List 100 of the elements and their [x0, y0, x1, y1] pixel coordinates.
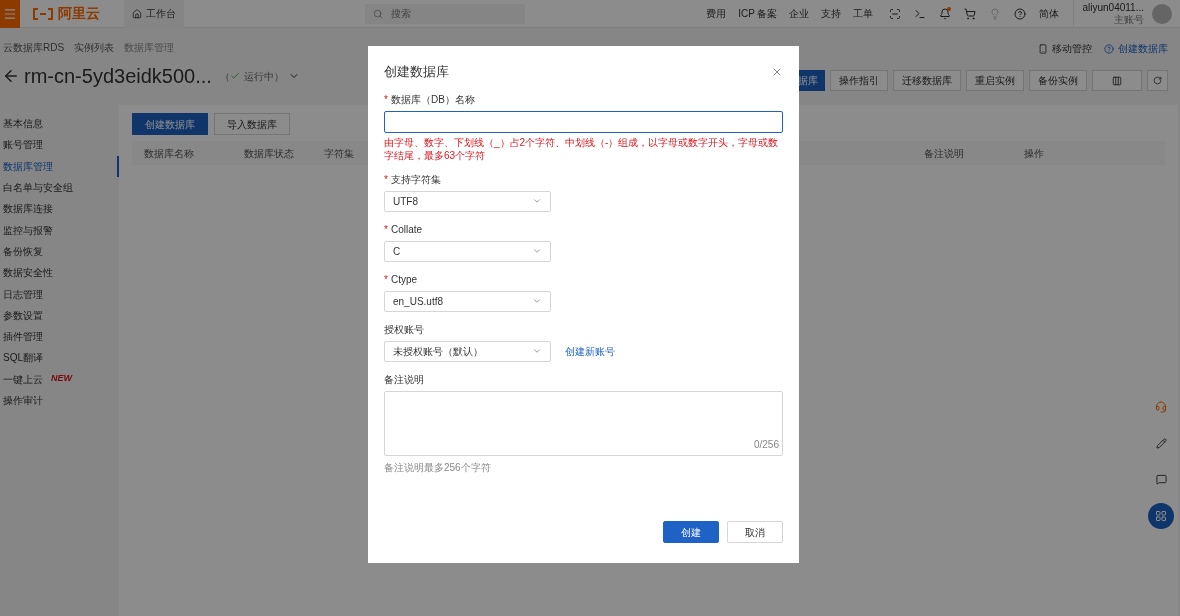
action-button[interactable]: 重启实例 [966, 70, 1024, 91]
column-header: 备注说明 [924, 147, 964, 159]
sidebar-item[interactable]: 插件管理 [0, 325, 119, 348]
required-mark: * [384, 222, 388, 237]
create-account-link[interactable]: 创建新账号 [565, 343, 615, 359]
terminal-icon[interactable] [914, 7, 927, 20]
field-label: Ctype [390, 272, 418, 287]
help-icon[interactable] [1014, 7, 1027, 20]
select-field[interactable]: en_US.utf8 [384, 290, 551, 312]
sidebar-label: 一键上云 [3, 372, 43, 387]
nav-link[interactable]: 费用 [706, 6, 727, 21]
sidebar-label: 监控与报警 [3, 223, 53, 238]
scan-icon[interactable] [889, 7, 902, 20]
new-label: NEW [51, 372, 72, 386]
sidebar-item[interactable]: 基本信息 [0, 113, 119, 135]
tab-button[interactable]: 导入数据库 [214, 113, 290, 135]
sidebar-item[interactable]: 日志管理 [0, 283, 119, 305]
nav-link[interactable]: ICP 备案 [738, 6, 778, 21]
check-icon [229, 71, 240, 81]
paren-text: （ [219, 69, 230, 84]
sidebar-item[interactable]: SQL翻译 [0, 347, 119, 369]
sidebar-item[interactable]: 参数设置 [0, 304, 119, 326]
instance-title: rm-cn-5yd3eidk500... [24, 64, 212, 89]
search-icon [373, 8, 384, 19]
action-button[interactable]: 操作指引 [830, 70, 888, 91]
sidebar-label: 参数设置 [3, 308, 43, 323]
tab-button[interactable]: 创建数据库 [132, 113, 208, 135]
logo-icon [32, 7, 54, 20]
field-label: 支持字符集 [390, 172, 441, 187]
notification-icon[interactable] [939, 7, 952, 20]
chat-icon [1155, 473, 1167, 485]
sidebar-item[interactable]: 白名单与安全组 [0, 176, 119, 199]
sidebar-item[interactable]: 数据库连接 [0, 198, 119, 220]
required-mark: * [384, 92, 388, 107]
sidebar-item[interactable]: 操作审计 [0, 389, 119, 412]
columns-icon [1112, 75, 1122, 86]
headset-icon [1155, 401, 1167, 413]
required-mark: * [384, 272, 388, 287]
logo-text: 阿里云 [58, 4, 100, 23]
sidebar-label: 数据库连接 [3, 202, 53, 217]
home-icon [132, 8, 142, 19]
sidebar-label: 白名单与安全组 [3, 181, 73, 196]
chevron-icon [532, 346, 542, 356]
nav-link[interactable]: 工单 [853, 6, 874, 21]
column-header: 字符集 [324, 147, 354, 159]
sidebar-label: 操作审计 [3, 394, 43, 408]
sidebar-item[interactable]: 账号管理 [0, 134, 119, 156]
sidebar-item[interactable]: 一键上云 NEW [0, 368, 119, 390]
sidebar-item[interactable]: 备份恢复 [0, 240, 119, 263]
column-header: 操作 [1024, 147, 1044, 159]
sidebar-item[interactable]: 数据安全性 [0, 262, 119, 284]
dialog-button[interactable]: 创建 [663, 521, 719, 543]
dialog-button[interactable]: 取消 [727, 521, 783, 543]
field-label: 数据库（DB）名称 [390, 92, 475, 107]
breadcrumb-item[interactable]: 云数据库RDS [3, 40, 65, 55]
column-header: 数据库状态 [244, 147, 294, 159]
sidebar-label: 日志管理 [3, 287, 43, 302]
error-text: 由字母、数字、下划线（_）占2个字符、中划线（-）组成，以字母或数字开头，字母或数字结尾，最多63个字符 [384, 135, 780, 162]
phone-icon [1038, 43, 1048, 54]
field-label: 备注说明 [384, 372, 424, 387]
refresh-button[interactable] [1147, 70, 1168, 91]
grid-icon [1155, 510, 1167, 522]
chevron-icon [532, 196, 542, 206]
sidebar-label: 数据库管理 [3, 159, 53, 174]
select-field[interactable]: 未授权账号（默认） [384, 340, 551, 362]
sidebar-label: 数据安全性 [3, 266, 53, 281]
field-label: 授权账号 [384, 322, 424, 337]
nav-link[interactable]: 企业 [789, 6, 810, 21]
action-button[interactable]: 备份实例 [1029, 70, 1087, 91]
sidebar-label: SQL翻译 [3, 351, 43, 366]
action-button[interactable]: 迁移数据库 [893, 70, 961, 91]
sidebar-item[interactable]: 监控与报警 [0, 219, 119, 241]
columns-button[interactable] [1092, 70, 1142, 91]
select-field[interactable]: UTF8 [384, 190, 551, 212]
workbench-button[interactable]: 工作台 [124, 0, 184, 28]
breadcrumb-item[interactable]: 实例列表 [74, 40, 115, 55]
chevron-icon [532, 296, 542, 306]
sidebar-label: 基本信息 [3, 117, 43, 132]
status-text: 运行中 [243, 69, 274, 84]
cart-icon[interactable] [964, 7, 977, 20]
header-link[interactable]: 移动管控 [1038, 41, 1092, 56]
help-icon [1104, 43, 1114, 54]
sidebar-label: 备份恢复 [3, 244, 43, 259]
chevron-icon [532, 246, 542, 256]
nav-link[interactable]: 支持 [821, 6, 842, 21]
textarea-field[interactable]: 0/256 [384, 390, 783, 456]
help-text: 备注说明最多256个字符 [384, 460, 492, 475]
back-icon[interactable] [2, 67, 20, 85]
field-label: Collate [390, 222, 423, 237]
search-field[interactable]: 搜索 [365, 3, 526, 24]
search-input[interactable]: 搜索 [391, 6, 502, 21]
language-link[interactable]: 简体 [1039, 6, 1060, 21]
header-link[interactable]: 创建数据库 [1104, 41, 1168, 56]
account-name[interactable]: aliyun04011... [1082, 1, 1144, 14]
select-field[interactable]: C [384, 240, 551, 262]
refresh-icon [1153, 76, 1162, 85]
required-mark: * [384, 172, 388, 187]
column-header: 数据库名称 [144, 147, 194, 159]
text-field[interactable] [384, 110, 783, 133]
menu-button[interactable] [0, 0, 20, 28]
